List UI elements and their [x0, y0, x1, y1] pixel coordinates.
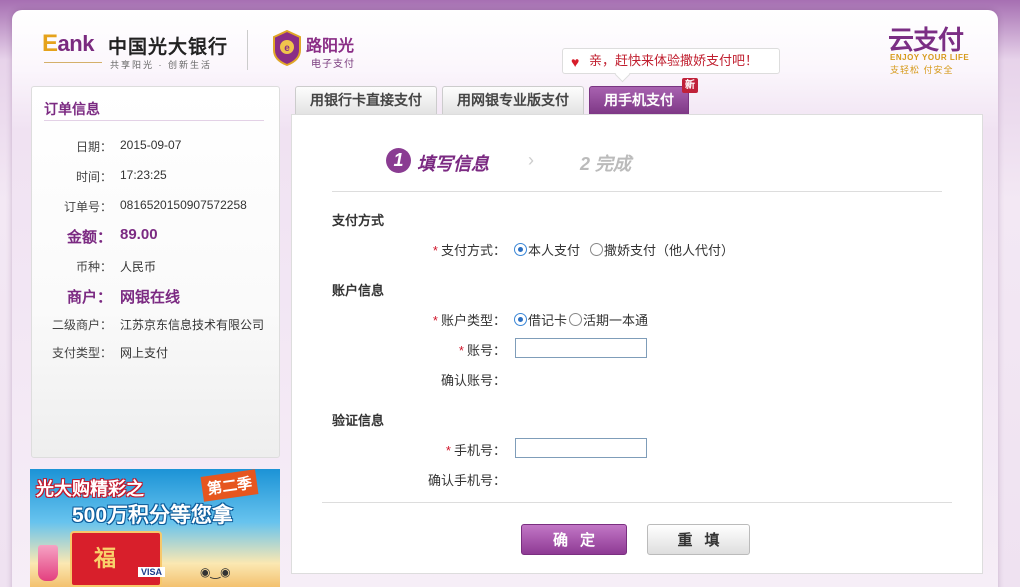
step1-number: 1	[386, 148, 411, 173]
order-amount-label: 金额：	[66, 229, 112, 246]
radio-button[interactable]	[569, 313, 583, 326]
new-badge: 新	[682, 78, 698, 93]
order-sub-merchant-value: 江苏京东信息技术有限公司	[120, 318, 265, 332]
radio-passbook[interactable]: 活期一本通	[569, 310, 648, 329]
bank-name: 中国光大银行	[108, 37, 229, 58]
yun-pay-slogan-en: ENJOY YOUR LIFE	[890, 53, 970, 62]
order-number-value: 0816520150907572258	[120, 198, 247, 212]
account-type-label: * 账户类型：	[432, 313, 506, 328]
bank-card-image: 福	[70, 531, 162, 587]
banner-line2: 500万积分等您拿	[72, 504, 234, 527]
order-sub-merchant-label: 二级商户：	[51, 318, 112, 332]
svg-text:e: e	[284, 43, 290, 54]
banner-line1: 光大购精彩之	[36, 479, 144, 499]
radio-debit-card[interactable]: 借记卡	[514, 310, 567, 329]
eank-logo: Eank	[42, 30, 94, 57]
order-title-divider	[44, 120, 264, 121]
account-number-input[interactable]	[515, 338, 647, 358]
order-currency-value: 人民币	[120, 260, 157, 274]
radio-self-pay[interactable]: 本人支付	[514, 240, 580, 259]
payment-method-radio-group: 本人支付 撒娇支付（他人代付）	[514, 240, 734, 259]
confirm-account-label: 确认账号：	[440, 373, 506, 388]
order-number-label: 订单号：	[63, 200, 112, 214]
promo-text: 亲，赶快来体验撒娇支付吧！	[589, 53, 759, 68]
tab-mobile-pay[interactable]: 用手机支付	[589, 86, 689, 114]
payment-method-label: * 支付方式：	[432, 243, 506, 258]
order-merchant-label: 商户：	[66, 289, 112, 306]
yun-pay-logo: 云支付	[888, 25, 964, 55]
partner-sub: 电子支付	[311, 59, 355, 70]
visa-logo: VISA	[138, 567, 166, 577]
order-date-label: 日期：	[75, 140, 112, 154]
order-time-value: 17:23:25	[120, 168, 167, 182]
reset-button[interactable]: 重填	[647, 524, 750, 555]
order-pay-type-value: 网上支付	[120, 346, 169, 360]
step-arrow-icon: ›	[528, 150, 534, 170]
bank-slogan: 共享阳光 · 创新生活	[110, 60, 212, 70]
radio-button[interactable]	[590, 243, 604, 256]
radio-button[interactable]	[514, 243, 527, 256]
order-panel-title: 订单信息	[44, 101, 100, 117]
order-amount-value: 89.00	[120, 226, 158, 243]
sunglasses-icon: ◉‿◉	[200, 565, 231, 579]
order-date-value: 2015-09-07	[120, 138, 182, 152]
tab-card-direct[interactable]: 用银行卡直接支付	[295, 86, 437, 114]
steps-divider	[332, 191, 942, 192]
banner-season: 第二季	[200, 469, 259, 502]
radio-button[interactable]	[514, 313, 527, 326]
step2-label: 2 完成	[580, 154, 632, 174]
section-payment-method: 支付方式	[332, 213, 385, 228]
promo-bubble[interactable]: ♥ 亲，赶快来体验撒娇支付吧！	[562, 48, 780, 74]
form-bottom-divider	[322, 502, 952, 503]
confirm-button[interactable]: 确定	[521, 524, 627, 555]
section-account-info: 账户信息	[332, 283, 385, 298]
tab-netbank-pro[interactable]: 用网银专业版支付	[442, 86, 584, 114]
order-time-label: 时间：	[75, 170, 112, 184]
order-pay-type-label: 支付类型：	[51, 346, 112, 360]
radio-others-pay[interactable]: 撒娇支付（他人代付）	[590, 240, 734, 259]
order-info-panel: 订单信息 日期： 2015-09-07 时间： 17:23:25 订单号： 08…	[31, 86, 280, 458]
order-currency-label: 币种：	[75, 260, 112, 274]
yun-pay-slogan-cn: 支轻松 付安全	[890, 65, 954, 75]
partner-name: 路阳光	[306, 38, 355, 55]
slogan-divider	[44, 62, 102, 63]
confirm-phone-label: 确认手机号：	[427, 473, 506, 488]
account-number-label: * 账号：	[458, 343, 506, 358]
step1-label: 填写信息	[417, 154, 489, 174]
order-merchant-value: 网银在线	[120, 289, 181, 306]
drink-icon	[38, 545, 58, 581]
section-verify-info: 验证信息	[332, 413, 385, 428]
account-type-radio-group: 借记卡 活期一本通	[514, 310, 648, 329]
header-divider	[247, 30, 248, 70]
phone-label: * 手机号：	[445, 443, 506, 458]
phone-input[interactable]	[515, 438, 647, 458]
promo-banner[interactable]: 光大购精彩之 第二季 500万积分等您拿 福 VISA ◉‿◉	[30, 469, 280, 587]
heart-icon: ♥	[571, 54, 580, 70]
card-fu-char: 福	[94, 546, 117, 571]
sunshine-badge-icon: e	[273, 30, 301, 66]
